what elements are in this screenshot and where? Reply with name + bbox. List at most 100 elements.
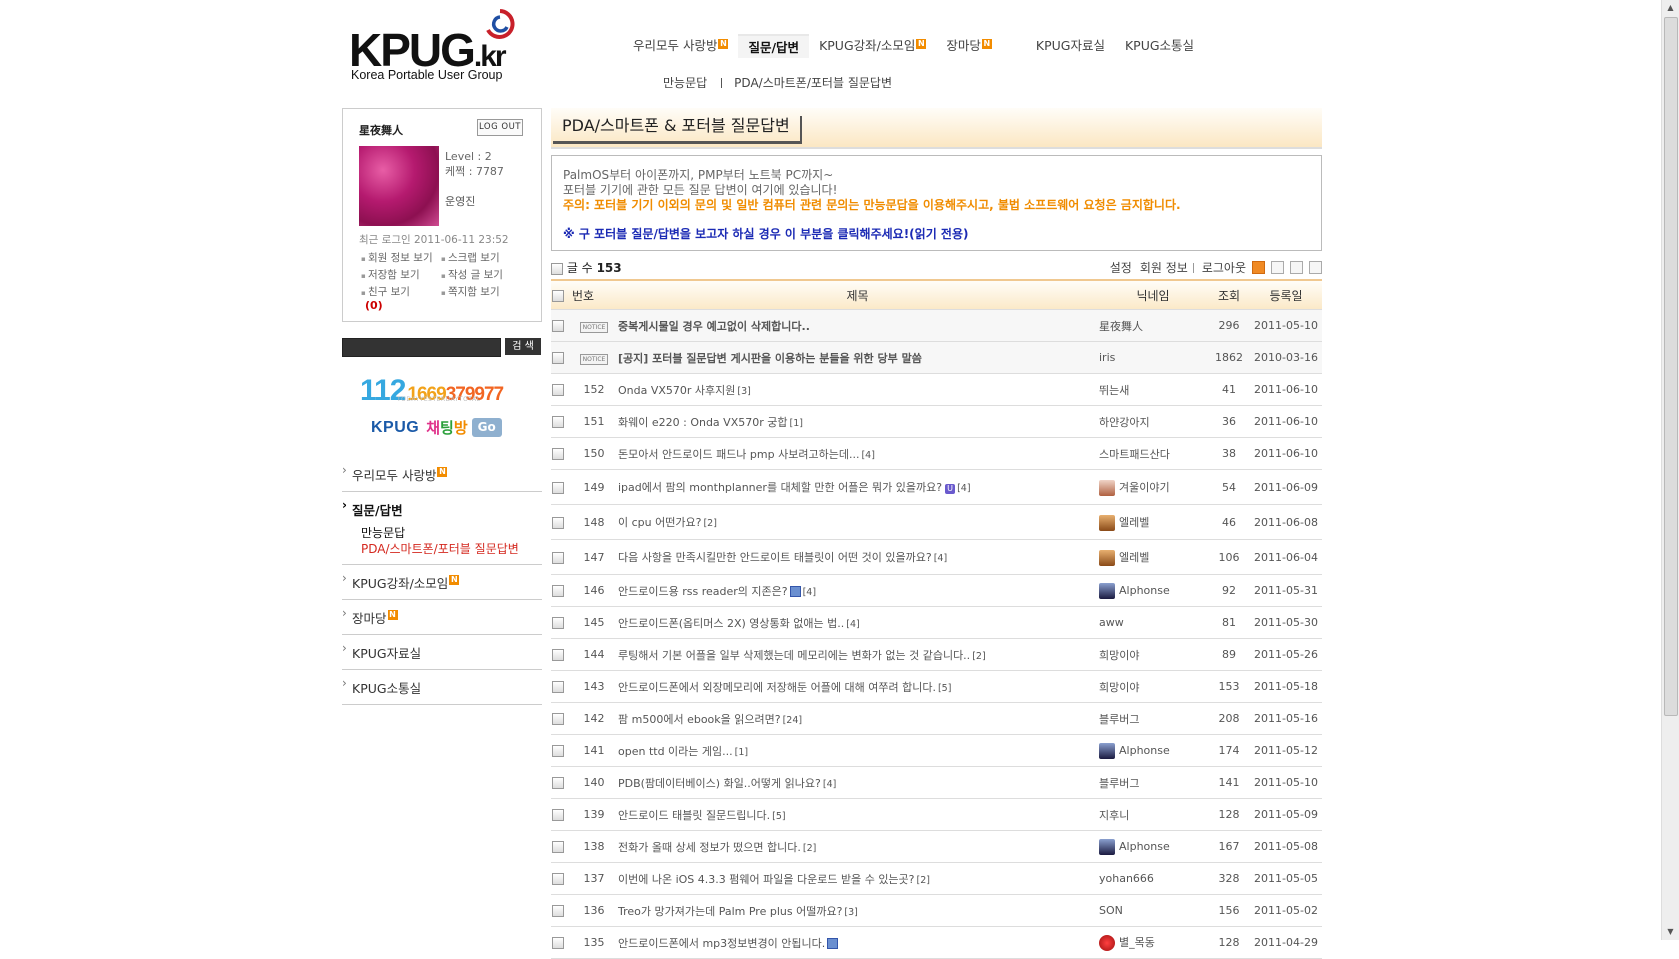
post-author[interactable]: 엘레벨 [1098,539,1208,575]
comment-count[interactable]: [24] [783,715,803,726]
settings-link[interactable]: 설정 [1110,259,1132,276]
post-author[interactable]: SON [1098,894,1208,927]
row-checkbox[interactable] [552,448,564,460]
row-checkbox[interactable] [552,352,564,364]
post-author[interactable]: 星夜舞人 [1098,309,1208,342]
row-checkbox[interactable] [552,384,564,396]
table-row[interactable]: NOTICE 중복게시물일 경우 예고없이 삭제합니다.. 星夜舞人 296 2011-… [551,309,1322,342]
post-subject-link[interactable]: Treo가 망가져가는데 Palm Pre plus 어떨까요? [618,905,842,918]
comment-count[interactable]: [5] [938,683,951,694]
table-row[interactable]: 151 화웨이 e220 : Onda VX570r 궁합 [1] 하얀강아지 36 20… [551,405,1322,438]
post-author[interactable]: iris [1098,341,1208,374]
topnav-item[interactable]: 우리모두 사랑방 N [623,34,738,58]
select-all-checkbox[interactable] [551,262,563,275]
post-subject-link[interactable]: 중복게시물일 경우 예고없이 삭제합니다.. [618,320,810,333]
row-checkbox[interactable] [552,777,564,789]
sidemenu-item[interactable]: KPUG강좌/소모임N [342,565,542,600]
table-row[interactable]: 136 Treo가 망가져가는데 Palm Pre plus 어떨까요? [3] SO… [551,894,1322,927]
post-subject-link[interactable]: 다음 사항을 만족시킬만한 안드로이트 태블릿이 어떤 것이 있을까요? [618,551,932,564]
header-checkbox[interactable] [552,289,564,302]
table-row[interactable]: 147 다음 사항을 만족시킬만한 안드로이트 태블릿이 어떤 것이 있을까요?[… [551,539,1322,575]
post-author[interactable]: Alphonse [1098,574,1208,607]
messages-link[interactable]: 쪽지함 보기 [441,284,521,301]
row-checkbox[interactable] [552,809,564,821]
rss-icon[interactable] [1252,261,1265,274]
post-author[interactable]: 스마트패드산다 [1098,437,1208,470]
sidemenu-item[interactable]: 질문/답변만능문답PDA/스마트폰/포터블 질문답변 [342,492,542,565]
post-author[interactable]: 블루버그 [1098,766,1208,799]
comment-count[interactable]: [4] [803,587,816,598]
post-author[interactable]: aww [1098,606,1208,639]
row-checkbox[interactable] [552,551,564,564]
gallery-view-icon[interactable] [1309,261,1322,274]
subnav-item-pda-qa[interactable]: PDA/스마트폰/포터블 질문답변 [734,74,892,91]
post-author[interactable]: 희망이야 [1098,670,1208,703]
row-checkbox[interactable] [552,745,564,757]
search-input[interactable] [342,338,501,357]
webzine-view-icon[interactable] [1290,261,1303,274]
post-subject-link[interactable]: 안드로이드폰에서 외장메모리에 저장해둔 어플에 대해 여쭈려 합니다. [618,681,936,694]
table-row[interactable]: 140 PDB(팜데이터베이스) 화일..어떻게 읽나요? [4] 블루버그 141 20… [551,766,1322,799]
row-checkbox[interactable] [552,905,564,917]
post-author[interactable]: 블루버그 [1098,702,1208,735]
post-author[interactable]: Alphonse [1098,830,1208,863]
table-row[interactable]: 143 안드로이드폰에서 외장메모리에 저장해둔 어플에 대해 여쭈려 합니다.[… [551,670,1322,703]
row-checkbox[interactable] [552,713,564,725]
row-checkbox[interactable] [552,841,564,853]
post-subject-link[interactable]: Onda VX570r 사후지원 [618,384,735,397]
scrap-link[interactable]: 스크랩 보기 [441,250,521,267]
topnav-item[interactable]: KPUG자료실 [1026,34,1115,58]
saved-link[interactable]: 저장함 보기 [361,267,441,284]
table-row[interactable]: NOTICE [공지] 포터블 질문답변 게시판을 이용하는 분들을 위한 당부 … [551,341,1322,374]
topnav-item[interactable]: KPUG소통실 [1115,34,1204,58]
topnav-item[interactable]: 장마당 N [936,34,1002,58]
table-row[interactable]: 150 돈모아서 안드로이드 패드나 pmp 사보려고하는데... [4] 스마트패드… [551,437,1322,470]
row-checkbox[interactable] [552,416,564,428]
comment-count[interactable]: [3] [844,907,857,918]
post-subject-link[interactable]: 팜 m500에서 ebook을 읽으려면? [618,713,781,726]
row-checkbox[interactable] [552,649,564,661]
post-subject-link[interactable]: 이 cpu 어떤가요? [618,516,701,529]
table-row[interactable]: 135 안드로이드폰에서 mp3정보변경이 안됩니다. 별_목동 128 2011-04… [551,926,1322,959]
post-author[interactable]: 별_목동 [1098,926,1208,959]
subnav-item-all-qa[interactable]: 만능문답 [663,74,707,91]
post-subject-link[interactable]: 이번에 나온 iOS 4.3.3 펌웨어 파일을 다운로드 받을 수 있는곳? [618,873,915,886]
table-row[interactable]: 142 팜 m500에서 ebook을 읽으려면? [24] 블루버그 208 2011-… [551,702,1322,735]
table-row[interactable]: 139 안드로이드 태블릿 질문드립니다. [5] 지후니 128 2011-05-09 [551,798,1322,831]
sidemenu-item[interactable]: KPUG소통실 [342,670,542,705]
comment-count[interactable]: [4] [957,483,970,494]
member-info-tool-link[interactable]: 회원 정보 [1140,259,1188,276]
comment-count[interactable]: [2] [803,843,816,854]
table-row[interactable]: 144 루팅해서 기본 어플을 일부 삭제했는데 메모리에는 변화가 없는 것 같… [551,638,1322,671]
post-subject-link[interactable]: 돈모아서 안드로이드 패드나 pmp 사보려고하는데... [618,448,859,461]
chat-go-button[interactable]: Go [471,418,502,437]
row-checkbox[interactable] [552,320,564,332]
member-info-link[interactable]: 회원 정보 보기 [361,250,441,267]
comment-count[interactable]: [1] [735,747,748,758]
post-author[interactable]: 뛰는새 [1098,373,1208,406]
logout-link[interactable]: 로그아웃 [1202,259,1246,276]
post-subject-link[interactable]: 루팅해서 기본 어플을 일부 삭제했는데 메모리에는 변화가 없는 것 같습니다… [618,649,970,662]
row-checkbox[interactable] [552,937,564,949]
post-author[interactable]: 겨울이야기 [1098,469,1208,505]
comment-count[interactable]: [4] [934,553,947,564]
vertical-scrollbar[interactable]: ▲ ▼ [1661,0,1679,940]
old-board-link[interactable]: ※ 구 포터블 질문/답변을 보고자 하실 경우 이 부분을 클릭해주세요!(읽… [563,225,968,242]
row-checkbox[interactable] [552,585,564,597]
comment-count[interactable]: [2] [703,518,716,529]
post-author[interactable]: 엘레벨 [1098,504,1208,540]
logout-button[interactable]: LOG OUT [477,119,523,136]
comment-count[interactable]: [2] [972,651,985,662]
post-subject-link[interactable]: ipad에서 팜의 monthplanner를 대체할 만한 어플은 뭐가 있을… [618,481,942,494]
post-subject-link[interactable]: 안드로이드 태블릿 질문드립니다. [618,809,770,822]
post-subject-link[interactable]: 전화가 올때 상세 정보가 떴으면 합니다. [618,841,801,854]
row-checkbox[interactable] [552,873,564,885]
comment-count[interactable]: [1] [789,418,802,429]
table-row[interactable]: 145 안드로이드폰(옵티머스 2X) 영상통화 없애는 법.. [4] aww 81 2… [551,606,1322,639]
comment-count[interactable]: [4] [823,779,836,790]
sidemenu-item[interactable]: 장마당N [342,600,542,635]
post-author[interactable]: Alphonse [1098,734,1208,767]
sidemenu-subitem[interactable]: 만능문답 [361,525,542,541]
comment-count[interactable]: [2] [917,875,930,886]
table-row[interactable]: 138 전화가 올때 상세 정보가 떴으면 합니다. [2] Alphonse 167 2… [551,830,1322,863]
